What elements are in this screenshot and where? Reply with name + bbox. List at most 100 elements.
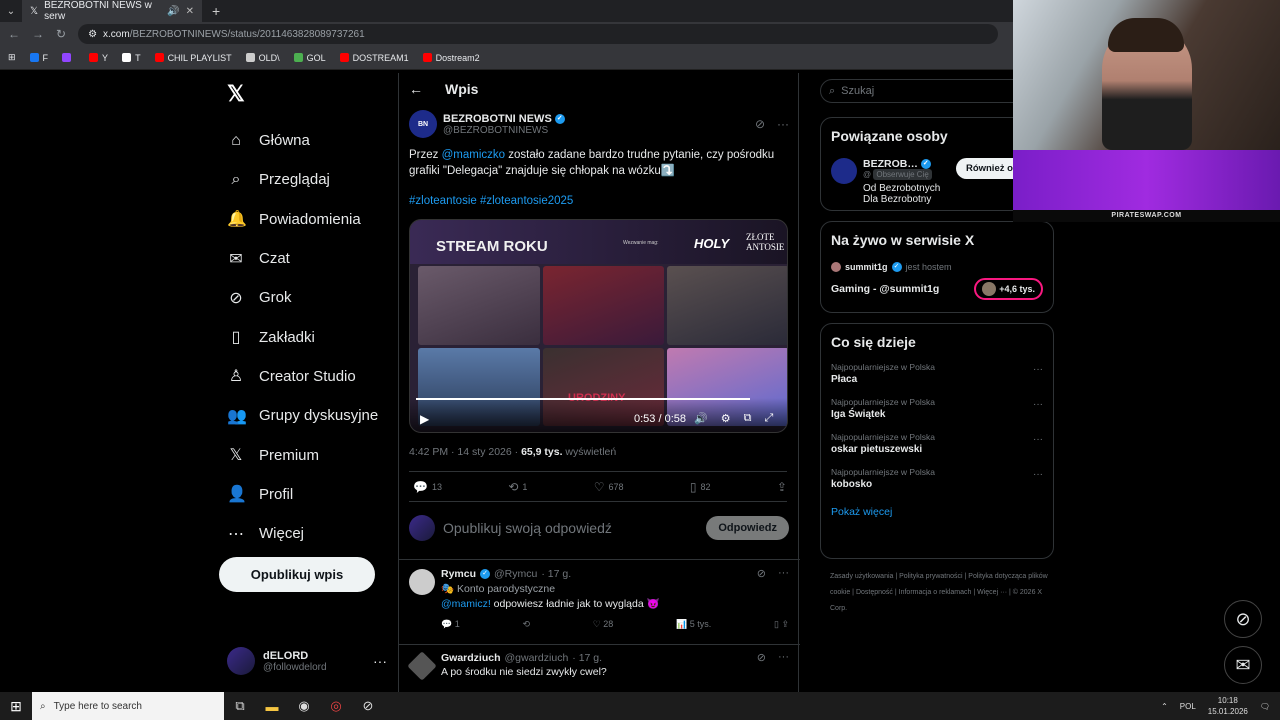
author-name[interactable]: BEZROBOTNI NEWS bbox=[443, 113, 552, 125]
trend-item[interactable]: Najpopularniejsze w Polska kobosko ··· bbox=[831, 467, 1043, 490]
video-progress-bar[interactable] bbox=[416, 398, 750, 400]
more-icon[interactable]: ··· bbox=[778, 651, 789, 664]
nav-item[interactable]: 𝕏 Premium bbox=[227, 435, 378, 474]
grok-icon[interactable]: ⊘ bbox=[757, 567, 766, 580]
mention-link[interactable]: @mamicz! bbox=[441, 598, 491, 610]
like-button[interactable]: ♡ 678 bbox=[594, 480, 624, 494]
nav-item[interactable]: 👤 Profil bbox=[227, 475, 378, 514]
nav-item[interactable]: 👥 Grupy dyskusyjne bbox=[227, 396, 378, 435]
footer-link[interactable]: Więcej ··· bbox=[977, 589, 1007, 596]
bookmark-item[interactable]: OLD\ bbox=[245, 53, 280, 63]
more-icon[interactable]: ··· bbox=[1033, 399, 1043, 410]
site-info-icon[interactable]: ⚙ bbox=[88, 29, 97, 40]
mail-icon: ✉ bbox=[229, 250, 243, 268]
forward-icon[interactable]: → bbox=[32, 27, 44, 41]
live-stream-row[interactable]: Gaming - @summit1g +4,6 tys. bbox=[831, 278, 1043, 300]
clock[interactable]: 10:18 15.01.2026 bbox=[1208, 695, 1248, 717]
nav-item[interactable]: ⌕ Przeglądaj bbox=[227, 160, 378, 199]
apps-grid-icon[interactable]: ⊞ bbox=[8, 52, 16, 63]
file-explorer-icon[interactable]: ▬ bbox=[256, 699, 288, 714]
tray-chevron-icon[interactable]: ⌃ bbox=[1161, 702, 1168, 711]
bookmark-item[interactable]: T bbox=[122, 53, 141, 63]
grok-icon[interactable]: ⊘ bbox=[755, 117, 765, 131]
account-switcher[interactable]: dELORD @followdelord ··· bbox=[227, 647, 387, 675]
reply-button[interactable]: 💬 1 bbox=[441, 619, 460, 630]
reply-button[interactable]: 💬 13 bbox=[413, 480, 442, 494]
tab-menu-icon[interactable]: ⌄ bbox=[0, 6, 22, 17]
bookmark-item[interactable]: Dostream2 bbox=[422, 53, 480, 63]
bookmark-item[interactable]: F bbox=[29, 53, 48, 63]
nav-item-label: Grok bbox=[259, 289, 292, 307]
bookmark-button[interactable]: ▯ 82 bbox=[690, 480, 711, 494]
nav-item[interactable]: 🔔 Powiadomienia bbox=[227, 200, 378, 239]
trend-item[interactable]: Najpopularniejsze w Polska oskar pietusze… bbox=[831, 432, 1043, 455]
nav-item[interactable]: ⋯ Więcej bbox=[227, 514, 378, 553]
nav-item[interactable]: ⊘ Grok bbox=[227, 278, 378, 317]
pip-icon[interactable]: ⧉ bbox=[744, 412, 752, 425]
repost-button[interactable]: ⟲ 1 bbox=[508, 480, 527, 494]
views-button[interactable]: 📊 5 tys. bbox=[676, 619, 711, 630]
windows-start-icon[interactable]: ⊞ bbox=[0, 698, 32, 715]
reply-submit-button[interactable]: Odpowiedz bbox=[706, 516, 789, 540]
share-button[interactable]: ⇪ bbox=[777, 480, 787, 494]
footer-link[interactable]: Dostępność bbox=[856, 589, 893, 596]
address-bar[interactable]: ⚙ x.com/BEZROBOTNINEWS/status/2011463828… bbox=[78, 24, 999, 44]
messages-fab-icon[interactable]: ✉ bbox=[1224, 646, 1262, 684]
author-avatar[interactable]: BN bbox=[409, 110, 437, 138]
more-icon[interactable]: ··· bbox=[1033, 434, 1043, 445]
taskbar-search[interactable]: ⌕ Type here to search bbox=[32, 692, 224, 720]
repost-button[interactable]: ⟲ bbox=[522, 619, 530, 630]
footer-link[interactable]: Zasady użytkowania bbox=[830, 573, 893, 580]
like-button[interactable]: ♡ 28 bbox=[593, 619, 614, 630]
bookmark-item[interactable]: CHIL PLAYLIST bbox=[154, 53, 232, 63]
footer-link[interactable]: Polityka prywatności bbox=[899, 573, 962, 580]
play-icon[interactable]: ▶ bbox=[420, 412, 429, 426]
task-view-icon[interactable]: ⧉ bbox=[224, 698, 256, 714]
settings-icon[interactable]: ⚙ bbox=[721, 412, 731, 425]
more-icon[interactable]: ··· bbox=[777, 117, 789, 131]
more-icon[interactable]: ··· bbox=[1033, 469, 1043, 480]
avatar[interactable] bbox=[831, 158, 857, 184]
back-arrow-icon[interactable]: ← bbox=[409, 81, 423, 97]
trend-item[interactable]: Najpopularniejsze w Polska Płaca ··· bbox=[831, 362, 1043, 385]
nav-item[interactable]: ⌂ Główna bbox=[227, 121, 378, 160]
mention-link[interactable]: @mamiczko bbox=[442, 149, 505, 161]
close-tab-icon[interactable]: ✕ bbox=[186, 6, 194, 17]
avatar[interactable] bbox=[407, 651, 437, 681]
bookmark-button[interactable]: ▯ ⇪ bbox=[774, 619, 789, 630]
video-player[interactable]: STREAM ROKU Wezwanie mag: HOLY ZŁOTE ANT… bbox=[409, 219, 788, 433]
nav-item[interactable]: ♙ Creator Studio bbox=[227, 357, 378, 396]
nav-item[interactable]: ▯ Zakładki bbox=[227, 317, 378, 356]
bookmark-item[interactable] bbox=[62, 53, 75, 62]
nav-item[interactable]: ✉ Czat bbox=[227, 239, 378, 278]
trend-item[interactable]: Najpopularniejsze w Polska Iga Świątek ··· bbox=[831, 397, 1043, 420]
language-indicator[interactable]: POL bbox=[1180, 702, 1196, 711]
show-more-link[interactable]: Pokaż więcej bbox=[831, 506, 1043, 518]
app-icon[interactable]: ⊘ bbox=[352, 698, 384, 714]
footer-link[interactable]: Informacja o reklamach bbox=[899, 589, 972, 596]
chrome-icon[interactable]: ◎ bbox=[320, 698, 352, 714]
grok-fab-icon[interactable]: ⊘ bbox=[1224, 600, 1262, 638]
reply-input[interactable]: Opublikuj swoją odpowiedź bbox=[443, 520, 612, 536]
search-input[interactable]: ⌕ Szukaj bbox=[820, 79, 1030, 103]
author-handle[interactable]: @BEZROBOTNINEWS bbox=[443, 125, 565, 136]
grok-icon[interactable]: ⊘ bbox=[757, 651, 766, 664]
bookmark-item[interactable]: Y bbox=[89, 53, 108, 63]
x-logo-icon[interactable]: 𝕏 bbox=[227, 81, 245, 107]
bookmark-item[interactable]: GOL bbox=[293, 53, 326, 63]
discord-icon[interactable]: ◉ bbox=[288, 698, 320, 714]
volume-icon[interactable]: 🔊 bbox=[694, 412, 708, 425]
back-icon[interactable]: ← bbox=[8, 27, 20, 41]
bookmark-item[interactable]: DOSTREAM1 bbox=[339, 53, 409, 63]
new-tab-button[interactable]: + bbox=[212, 3, 220, 19]
reload-icon[interactable]: ↻ bbox=[56, 27, 66, 41]
fullscreen-icon[interactable]: ⤢ bbox=[764, 412, 773, 425]
browser-tab[interactable]: 𝕏 BEZROBOTNI NEWS w serw 🔊 ✕ bbox=[22, 0, 202, 22]
post-button[interactable]: Opublikuj wpis bbox=[219, 557, 375, 592]
more-icon[interactable]: ··· bbox=[373, 653, 387, 669]
more-icon[interactable]: ··· bbox=[778, 567, 789, 580]
avatar[interactable] bbox=[409, 569, 435, 595]
hashtags[interactable]: #zloteantosie #zloteantosie2025 bbox=[409, 195, 573, 207]
notifications-icon[interactable]: 🗨 bbox=[1260, 702, 1270, 711]
more-icon[interactable]: ··· bbox=[1033, 364, 1043, 375]
